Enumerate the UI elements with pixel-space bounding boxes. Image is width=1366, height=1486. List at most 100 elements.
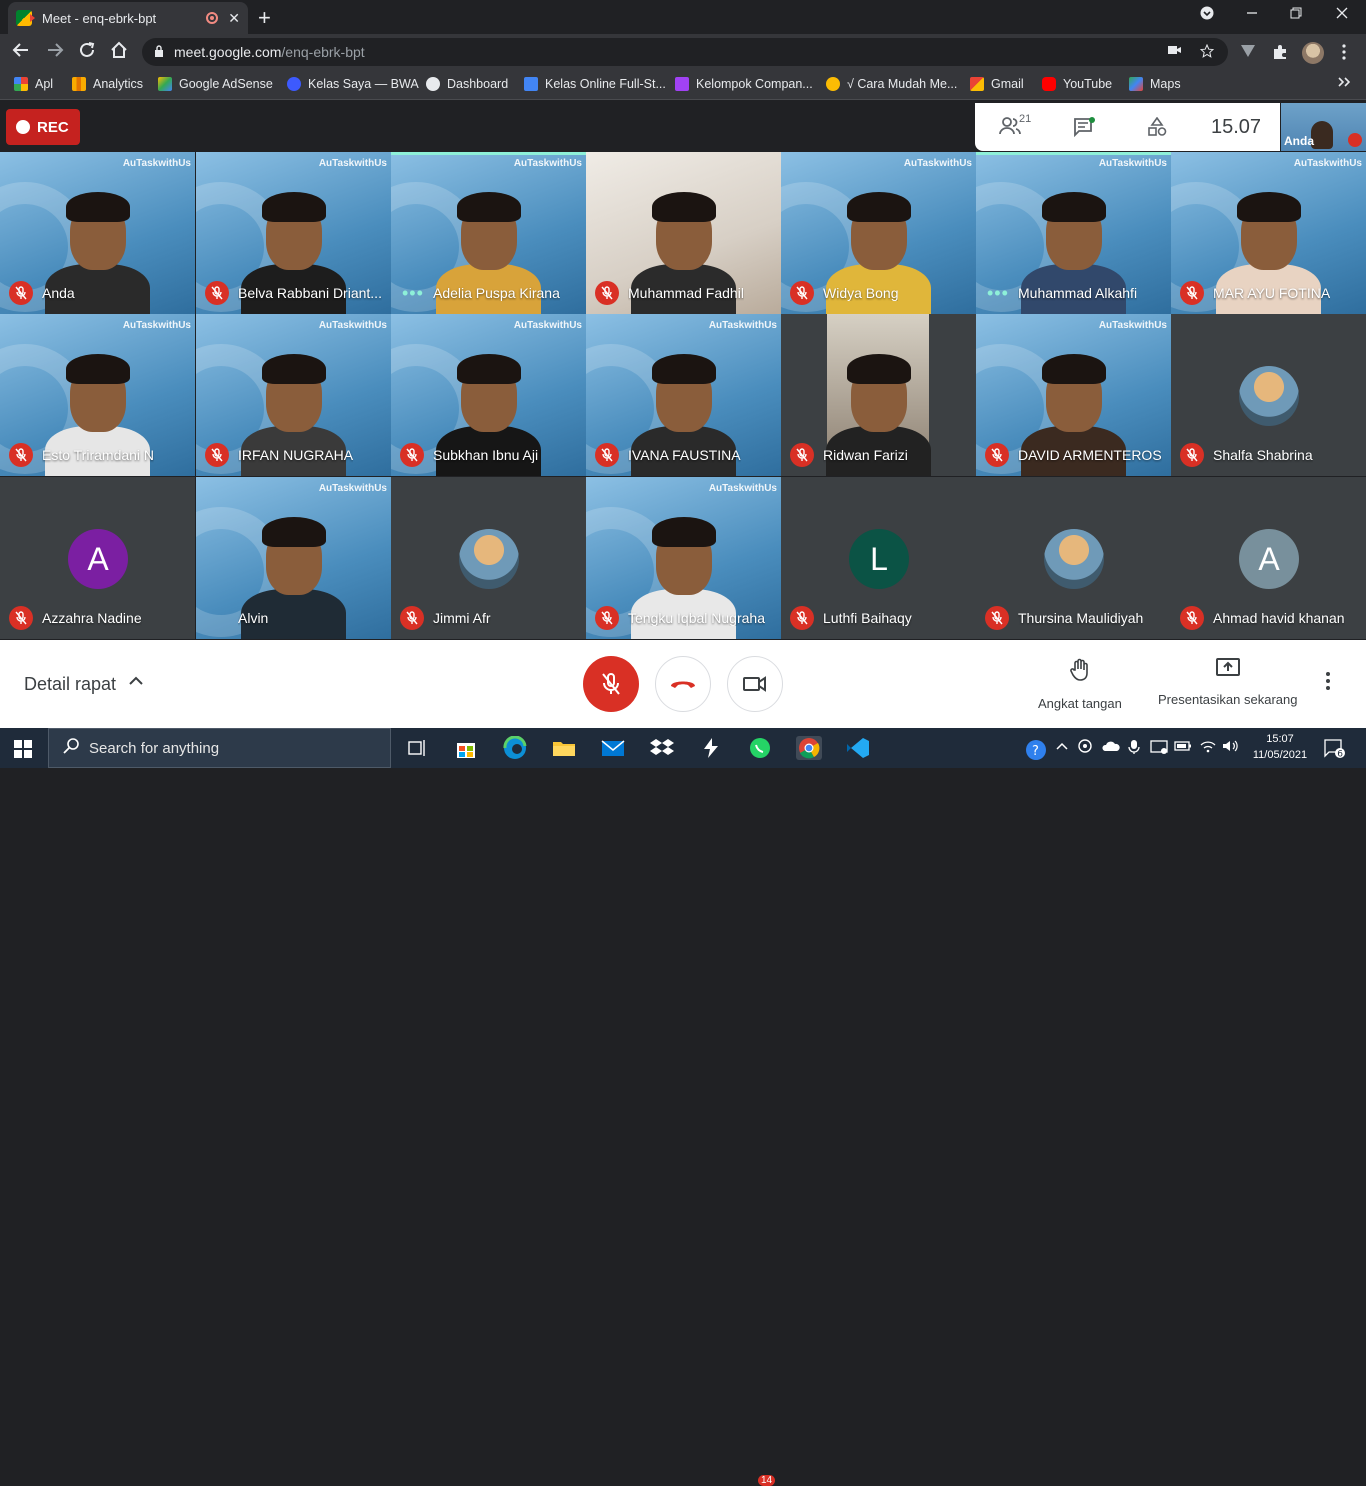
mic-off-icon — [595, 443, 619, 467]
wifi-icon[interactable] — [1200, 739, 1216, 756]
participant-tile[interactable]: AuTaskwithUs Tengku Iqbal Nugraha — [586, 477, 781, 639]
self-view-tile[interactable]: Anda — [1281, 103, 1366, 151]
tab-search-icon[interactable] — [1200, 6, 1214, 24]
home-icon[interactable] — [110, 41, 128, 64]
activities-icon[interactable] — [1147, 116, 1167, 142]
meeting-details-button[interactable]: Detail rapat — [24, 674, 116, 695]
notifications-icon[interactable]: 6 — [1324, 739, 1346, 762]
participant-tile[interactable]: AuTaskwithUs MAR AYU FOTINA — [1171, 152, 1366, 314]
forward-icon[interactable] — [46, 41, 64, 64]
raise-hand-button[interactable]: Angkat tangan — [1038, 658, 1122, 711]
more-options-icon[interactable] — [1326, 672, 1330, 696]
bookmark-kelompok[interactable]: Kelompok Compan... — [675, 77, 813, 91]
participant-tile[interactable]: AuTaskwithUs Anda — [0, 152, 195, 314]
participant-tile[interactable]: AuTaskwithUs Alvin — [196, 477, 391, 639]
volume-icon[interactable] — [1222, 739, 1240, 756]
close-window-icon[interactable] — [1336, 6, 1348, 23]
participant-tile[interactable]: A Ahmad havid khanan — [1171, 477, 1366, 639]
participant-tile[interactable]: Muhammad Fadhil — [586, 152, 781, 314]
tab-close-icon[interactable]: ✕ — [228, 10, 240, 27]
store-icon[interactable] — [453, 736, 479, 760]
clock-date: 11/05/2021 — [1252, 749, 1308, 761]
restore-window-icon[interactable] — [1290, 6, 1302, 23]
back-icon[interactable] — [12, 41, 30, 64]
bolt-app-icon[interactable] — [698, 736, 724, 760]
dropbox-icon[interactable] — [649, 736, 675, 760]
mail-icon[interactable] — [600, 736, 626, 760]
bookmark-kelas-online[interactable]: Kelas Online Full-St... — [524, 77, 666, 91]
system-clock[interactable]: 15:07 11/05/2021 — [1248, 731, 1312, 763]
tray-overflow-icon[interactable] — [1056, 739, 1068, 755]
chrome-taskbar-icon[interactable] — [796, 736, 822, 760]
bookmark-star-icon[interactable] — [1199, 43, 1215, 61]
task-view-icon[interactable] — [404, 736, 430, 760]
bookmark-gmail[interactable]: Gmail — [970, 77, 1024, 91]
participant-name: Widya Bong — [823, 285, 899, 301]
extensions-puzzle-icon[interactable] — [1272, 44, 1288, 63]
virtual-background-logo: AuTaskwithUs — [708, 483, 777, 494]
participant-hair — [847, 354, 911, 384]
participant-tile[interactable]: L Luthfi Baihaqy — [781, 477, 976, 639]
edge-icon[interactable] — [502, 735, 528, 760]
battery-icon[interactable] — [1174, 739, 1192, 755]
meet-present-tray-icon[interactable] — [1150, 739, 1168, 758]
bookmark-bwa[interactable]: Kelas Saya — BWA — [287, 77, 419, 91]
bookmark-apps[interactable]: Apl — [14, 77, 53, 91]
participant-tile[interactable]: AuTaskwithUs IRFAN NUGRAHA — [196, 314, 391, 476]
chevron-up-icon[interactable] — [128, 673, 144, 694]
notification-count: 6 — [1337, 749, 1343, 759]
address-bar[interactable]: meet.google.com/enq-ebrk-bpt — [142, 38, 1228, 66]
microphone-tray-icon[interactable] — [1128, 739, 1140, 758]
participant-tile[interactable]: Thursina Maulidiyah — [976, 477, 1171, 639]
taskbar-search-box[interactable]: Search for anything — [48, 728, 391, 768]
target-tray-icon[interactable] — [1078, 739, 1092, 756]
mic-toggle-button[interactable] — [583, 656, 639, 712]
extension-vpn-icon[interactable] — [1240, 44, 1256, 61]
bookmark-analytics[interactable]: Analytics — [72, 77, 143, 91]
bookmark-adsense[interactable]: Google AdSense — [158, 77, 273, 91]
leave-call-button[interactable] — [655, 656, 711, 712]
participant-tile[interactable]: Jimmi Afr — [391, 477, 586, 639]
emoji-icon — [826, 77, 840, 91]
mic-off-icon — [1180, 281, 1204, 305]
participant-name: Tengku Iqbal Nugraha — [628, 610, 765, 626]
whatsapp-icon[interactable] — [747, 736, 773, 760]
participant-tile[interactable]: AuTaskwithUs Esto Triramdani N — [0, 314, 195, 476]
windows-taskbar: Search for anything 14 ? 15:07 11/05/202… — [0, 728, 1366, 1486]
participant-name: Muhammad Fadhil — [628, 285, 744, 301]
reload-icon[interactable] — [78, 41, 96, 64]
bookmark-dashboard[interactable]: Dashboard — [426, 77, 508, 91]
camera-toggle-button[interactable] — [727, 656, 783, 712]
participant-tile[interactable]: AuTaskwithUs IVANA FAUSTINA — [586, 314, 781, 476]
camera-in-use-icon[interactable] — [1168, 44, 1182, 59]
profile-avatar[interactable] — [1302, 42, 1324, 64]
participant-tile[interactable]: AuTaskwithUs ••• Muhammad Alkahfi — [976, 152, 1171, 314]
bookmark-maps[interactable]: Maps — [1129, 77, 1181, 91]
browser-tab[interactable]: Meet - enq-ebrk-bpt ✕ — [8, 2, 248, 34]
participant-name: Subkhan Ibnu Aji — [433, 447, 539, 463]
file-explorer-icon[interactable] — [551, 736, 577, 760]
minimize-window-icon[interactable] — [1246, 6, 1258, 23]
participant-tile[interactable]: AuTaskwithUs DAVID ARMENTEROS — [976, 314, 1171, 476]
bookmarks-overflow-icon[interactable] — [1338, 77, 1350, 87]
bookmark-youtube[interactable]: YouTube — [1042, 77, 1112, 91]
participant-tile[interactable]: AuTaskwithUs Belva Rabbani Driant... — [196, 152, 391, 314]
chat-icon[interactable] — [1073, 117, 1095, 142]
new-tab-button[interactable]: + — [258, 5, 271, 31]
help-tray-icon[interactable]: ? — [1025, 739, 1047, 764]
chrome-menu-icon[interactable] — [1342, 44, 1346, 63]
vscode-icon[interactable] — [845, 736, 871, 760]
participant-tile[interactable]: A Azzahra Nadine — [0, 477, 195, 639]
participant-tile[interactable]: Shalfa Shabrina — [1171, 314, 1366, 476]
present-now-button[interactable]: Presentasikan sekarang — [1158, 658, 1297, 707]
onedrive-icon[interactable] — [1102, 739, 1120, 755]
participant-tile[interactable]: AuTaskwithUs Widya Bong — [781, 152, 976, 314]
meeting-controls-bar: Detail rapat Angkat tangan Presentasikan… — [0, 640, 1366, 728]
bookmark-cara-mudah[interactable]: √ Cara Mudah Me... — [826, 77, 957, 91]
participant-tile[interactable]: Ridwan Farizi — [781, 314, 976, 476]
windows-start-icon[interactable] — [14, 740, 32, 758]
people-icon[interactable] — [999, 117, 1021, 140]
participant-tile[interactable]: AuTaskwithUs Subkhan Ibnu Aji — [391, 314, 586, 476]
maps-icon — [1129, 77, 1143, 91]
participant-tile[interactable]: AuTaskwithUs ••• Adelia Puspa Kirana — [391, 152, 586, 314]
